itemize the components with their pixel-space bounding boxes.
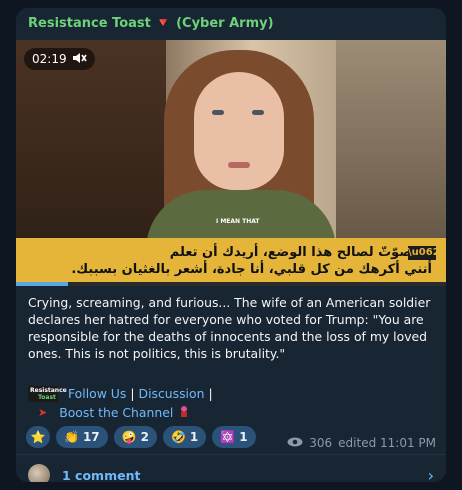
message-bubble: Resistance Toast 🔻 (Cyber Army) I MEAN T…	[16, 8, 446, 482]
chevron-right-icon: ›	[427, 466, 434, 482]
video-subtitle: إذا صوّتّ لصالح هذا الوضع، أريدك أن تعلم…	[16, 238, 446, 284]
edited-time: edited 11:01 PM	[338, 436, 436, 450]
reactions-bar: ⭐ 👏 17 🤪 2 🤣 1 🔯 1	[26, 426, 256, 448]
red-arrow-icon: ➤	[38, 406, 48, 419]
links-row-1: Resistance Toast Follow Us | Discussion …	[28, 384, 428, 403]
reaction-count: 1	[189, 430, 199, 444]
video-eye-left	[212, 110, 224, 115]
follow-us-link[interactable]: Follow Us	[68, 386, 126, 401]
video-mouth	[228, 162, 250, 168]
post-text: Crying, screaming, and furious... The wi…	[28, 295, 431, 361]
links-row-2: ➤ Boost the Channel	[28, 403, 428, 422]
broadcaster-logo: \u0628\u064a	[408, 246, 446, 260]
video-progress-bar[interactable]	[16, 282, 446, 286]
comments-button[interactable]: 1 comment ›	[16, 454, 446, 482]
video-eye-right	[252, 110, 264, 115]
subtitle-line-1: إذا صوّتّ لصالح هذا الوضع، أريدك أن تعلم	[169, 245, 432, 260]
reaction-laugh[interactable]: 🤣 1	[162, 426, 207, 448]
eye-icon	[287, 436, 303, 450]
separator: |	[130, 386, 135, 401]
reaction-star[interactable]: ⭐	[26, 426, 50, 448]
post-meta: 306 edited 11:01 PM	[287, 436, 436, 450]
zany-face-icon: 🤪	[121, 430, 137, 444]
laughing-face-icon: 🤣	[170, 430, 186, 444]
reaction-star-of-david[interactable]: 🔯 1	[212, 426, 256, 448]
video-player[interactable]: I MEAN THAT 02:19 إذا صوّتّ لصالح هذا ال…	[16, 40, 446, 284]
channel-name[interactable]: Resistance Toast 🔻 (Cyber Army)	[28, 16, 274, 31]
star-of-david-icon: 🔯	[220, 430, 236, 444]
view-count: 306	[309, 436, 333, 450]
avatar	[28, 464, 50, 482]
post-links: Resistance Toast Follow Us | Discussion …	[28, 384, 428, 422]
reaction-clap[interactable]: 👏 17	[56, 426, 108, 448]
speaker-mute-icon[interactable]	[72, 52, 87, 67]
resistance-toast-logo: Resistance Toast	[28, 385, 67, 402]
star-icon: ⭐	[30, 430, 46, 444]
reaction-count: 1	[239, 430, 248, 444]
separator: |	[208, 386, 213, 401]
reaction-count: 2	[140, 430, 149, 444]
clap-icon: 👏	[64, 430, 79, 444]
video-inline-caption: I MEAN THAT	[216, 218, 260, 225]
video-face	[194, 72, 284, 190]
reaction-zany[interactable]: 🤪 2	[113, 426, 157, 448]
subtitle-line-2: أنني أكرهك من كل قلبي، أنا جادة، أشعر با…	[71, 262, 432, 277]
reaction-count: 17	[82, 430, 100, 444]
video-progress-fill	[16, 282, 68, 286]
discussion-link[interactable]: Discussion	[139, 386, 205, 401]
boost-channel-link[interactable]: Boost the Channel	[59, 405, 173, 420]
video-duration: 02:19	[32, 52, 67, 66]
fireworks-icon	[177, 404, 191, 421]
video-timer[interactable]: 02:19	[24, 48, 95, 70]
comments-label: 1 comment	[62, 467, 141, 483]
